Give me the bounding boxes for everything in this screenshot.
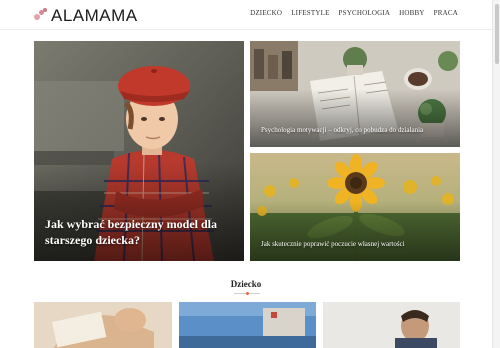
card-image-child (34, 302, 172, 348)
main-nav: DZIECKO LIFESTYLE PSYCHOLOGIA HOBBY PRAC… (250, 9, 458, 17)
nav-item-psychologia[interactable]: PSYCHOLOGIA (339, 9, 391, 17)
site-header: ALAMAMA DZIECKO LIFESTYLE PSYCHOLOGIA HO… (0, 0, 500, 30)
logo-icon (34, 8, 48, 22)
article-card[interactable] (34, 302, 172, 348)
card-image-outdoor (179, 302, 316, 348)
hero-bottom-right-title: Jak skutecznie poprawić poczucie własnej… (261, 240, 405, 248)
site-logo[interactable]: ALAMAMA (34, 4, 138, 26)
page-scrollbar[interactable] (492, 0, 500, 348)
nav-item-lifestyle[interactable]: LIFESTYLE (291, 9, 329, 17)
section-divider-dot (246, 292, 249, 295)
section-title: Dziecko (230, 279, 262, 289)
site-name: ALAMAMA (51, 5, 138, 25)
article-card[interactable] (323, 302, 460, 348)
nav-item-hobby[interactable]: HOBBY (399, 9, 425, 17)
card-image-man (323, 302, 460, 348)
hero-article-bottom-right[interactable]: Jak skutecznie poprawić poczucie własnej… (250, 153, 460, 261)
nav-item-praca[interactable]: PRACA (434, 9, 458, 17)
hero-article-main[interactable]: Jak wybrać bezpieczny model dla starszeg… (34, 41, 244, 261)
article-card[interactable] (179, 302, 316, 348)
scrollbar-thumb[interactable] (495, 4, 499, 64)
hero-top-right-title: Psychologia motywacji – odkryj, co pobud… (261, 126, 424, 134)
hero-article-top-right[interactable]: Psychologia motywacji – odkryj, co pobud… (250, 41, 460, 147)
hero-main-title: Jak wybrać bezpieczny model dla starszeg… (45, 217, 217, 247)
nav-item-dziecko[interactable]: DZIECKO (250, 9, 282, 17)
